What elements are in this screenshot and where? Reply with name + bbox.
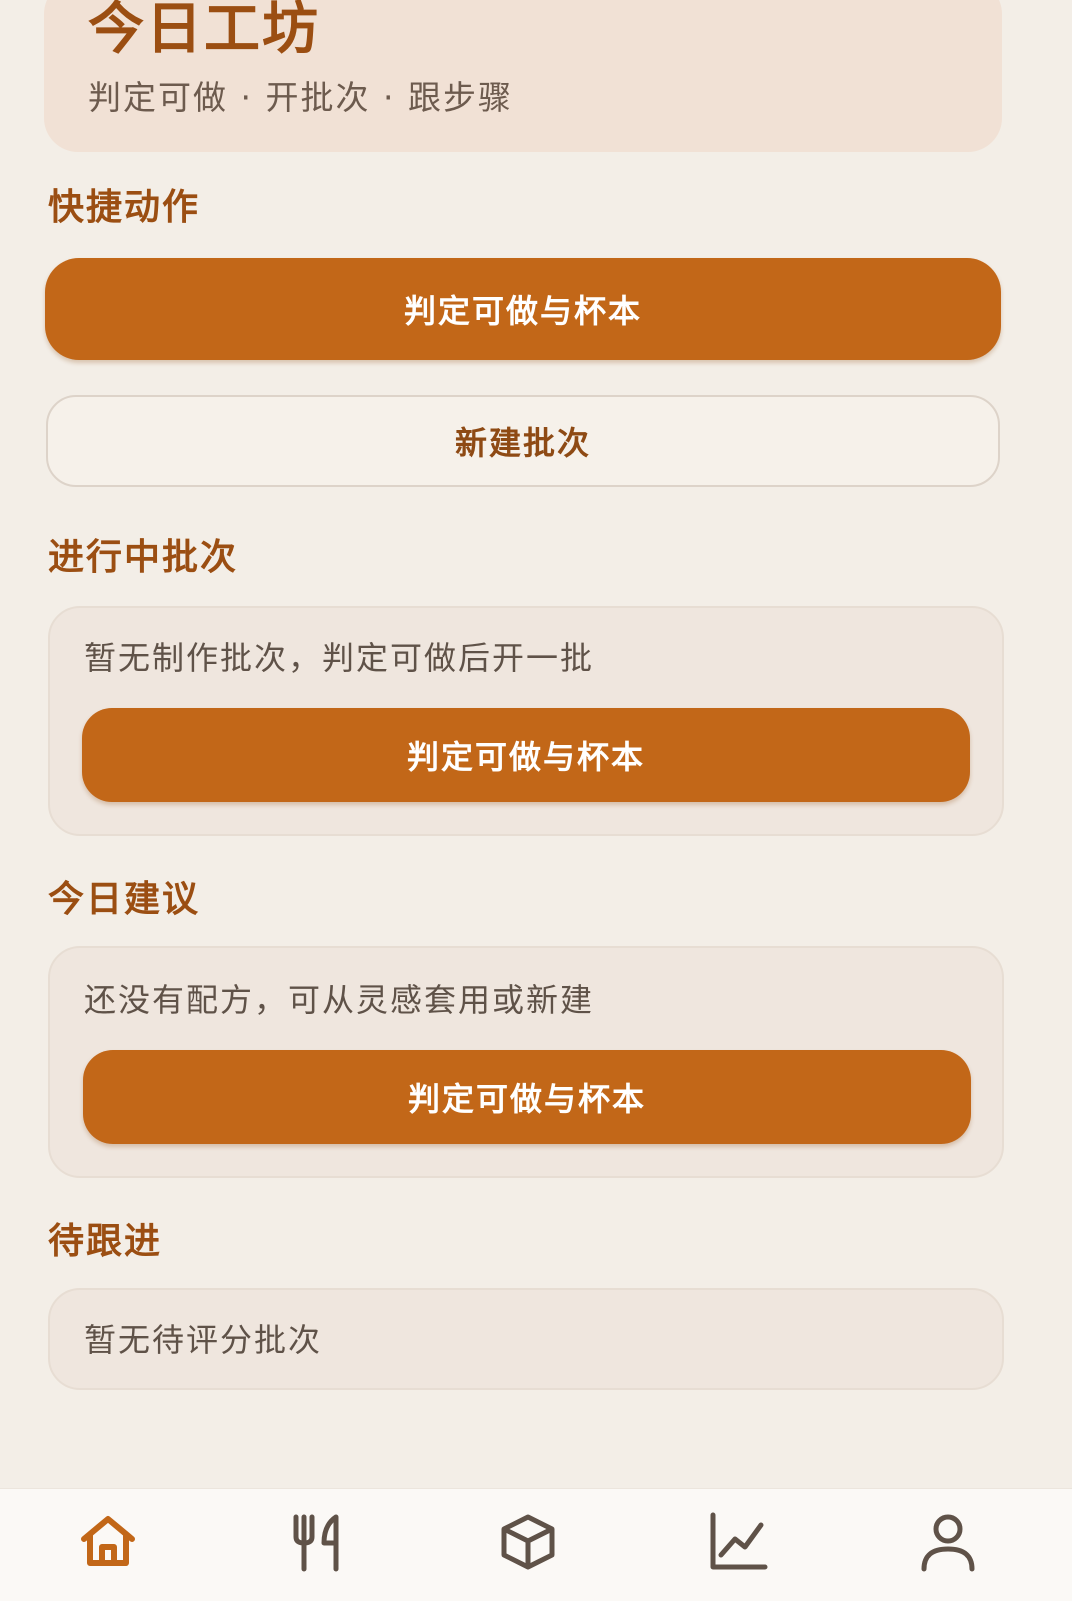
suggestions-check-feasibility-button[interactable]: 判定可做与杯本: [83, 1050, 971, 1144]
suggestions-card: 还没有配方，可从灵感套用或新建 判定可做与杯本: [48, 946, 1004, 1178]
suggestions-empty-text: 还没有配方，可从灵感套用或新建: [84, 981, 595, 1019]
section-title-follow-up: 待跟进: [48, 1221, 163, 1262]
section-title-suggestions: 今日建议: [48, 879, 201, 920]
follow-up-card: 暂无待评分批次: [48, 1288, 1004, 1390]
bottom-nav: [0, 1488, 1072, 1601]
section-title-in-progress: 进行中批次: [48, 537, 239, 578]
chart-icon: [710, 1512, 768, 1570]
nav-item-stats[interactable]: [697, 1509, 777, 1589]
in-progress-check-feasibility-button[interactable]: 判定可做与杯本: [82, 708, 970, 802]
section-title-quick-actions: 快捷动作: [48, 187, 201, 228]
follow-up-empty-text: 暂无待评分批次: [84, 1321, 323, 1359]
in-progress-card: 暂无制作批次，判定可做后开一批 判定可做与杯本: [48, 606, 1004, 836]
page-subtitle: 判定可做 · 开批次 · 跟步骤: [88, 78, 513, 117]
workshop-home-screen: 今日工坊 判定可做 · 开批次 · 跟步骤 快捷动作 判定可做与杯本 新建批次 …: [0, 0, 1072, 1601]
nav-item-recipes[interactable]: [278, 1509, 358, 1589]
page-title: 今日工坊: [88, 0, 320, 62]
nav-item-home[interactable]: [68, 1509, 148, 1589]
home-icon: [81, 1516, 135, 1566]
check-feasibility-button[interactable]: 判定可做与杯本: [45, 258, 1001, 360]
nav-item-profile[interactable]: [908, 1509, 988, 1589]
box-icon: [501, 1514, 555, 1570]
utensils-icon: [293, 1514, 339, 1572]
user-icon: [921, 1514, 975, 1572]
nav-item-inventory[interactable]: [488, 1509, 568, 1589]
new-batch-button[interactable]: 新建批次: [46, 395, 1000, 487]
in-progress-empty-text: 暂无制作批次，判定可做后开一批: [84, 639, 595, 677]
